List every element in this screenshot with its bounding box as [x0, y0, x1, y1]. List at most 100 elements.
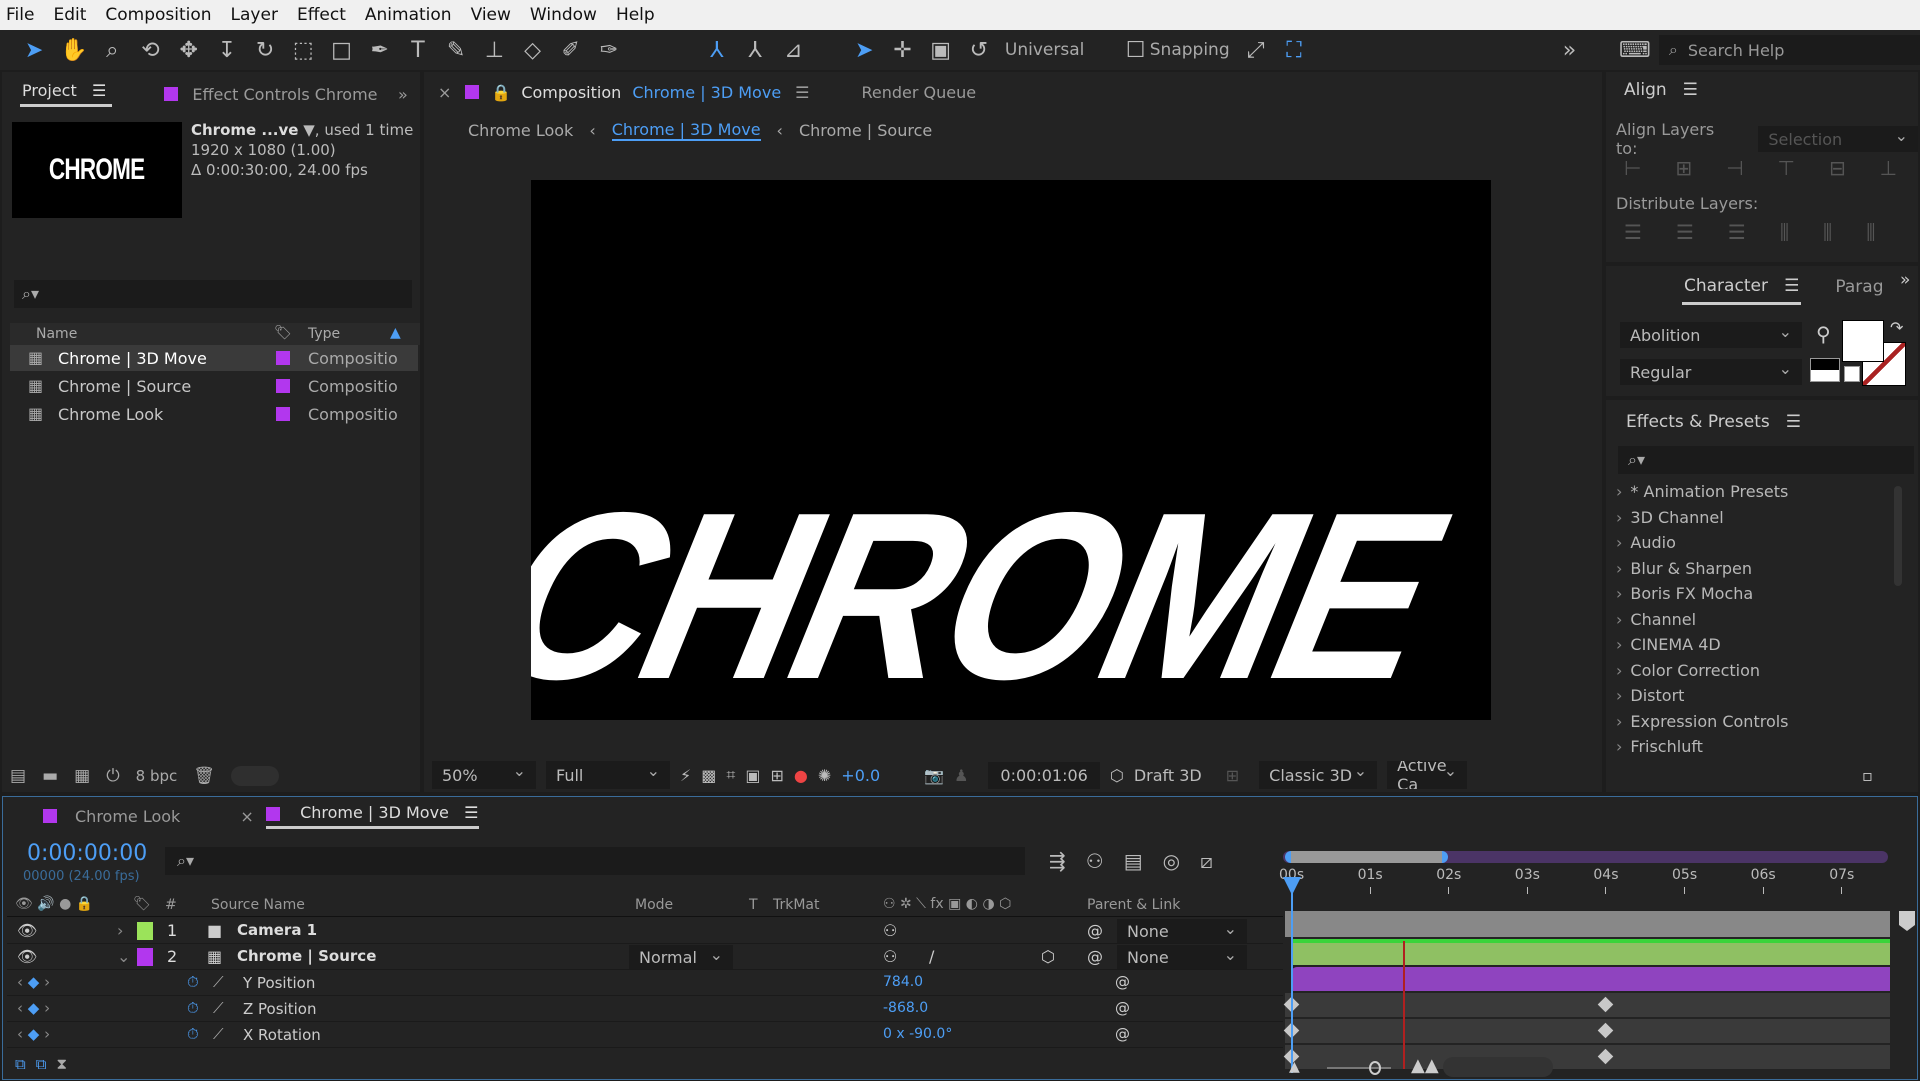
panel-overflow-icon[interactable]: »	[1900, 270, 1910, 290]
selected-item-name[interactable]: Chrome ...ve	[191, 121, 298, 139]
bit-depth[interactable]: 8 bpc	[136, 767, 178, 785]
snapping-checkbox[interactable]: ☐	[1124, 38, 1148, 63]
rotate-gizmo-icon[interactable]: ↺	[967, 38, 991, 63]
transparency-grid-icon[interactable]: ▩	[701, 766, 716, 785]
menu-window[interactable]: Window	[530, 5, 597, 25]
search-help-field[interactable]: ⌕ Search Help	[1658, 35, 1920, 65]
composition-canvas[interactable]: CHROME	[531, 180, 1491, 720]
breadcrumb-item-active[interactable]: Chrome | 3D Move	[611, 120, 761, 141]
eraser-tool-icon[interactable]: ◇	[520, 38, 544, 63]
column-type[interactable]: Type	[308, 326, 340, 342]
quality-switch-icon[interactable]: /	[929, 947, 934, 966]
zoom-out-icon[interactable]: ▲	[1289, 1059, 1300, 1075]
snapshot-icon[interactable]: 📷	[924, 766, 944, 785]
project-item[interactable]: ▦ Chrome Look Compositio	[10, 401, 418, 427]
graph-editor-icon[interactable]: ⧄	[1200, 849, 1213, 873]
label-color[interactable]	[276, 351, 290, 365]
comp-flowchart-icon[interactable]: ⇶	[1049, 849, 1066, 873]
new-item-icon[interactable]: ▫	[1862, 766, 1873, 785]
puppet-pin-icon[interactable]: ✑	[597, 38, 621, 63]
label-column-icon[interactable]: 🏷	[274, 325, 292, 341]
project-tab[interactable]: Project ☰	[20, 81, 113, 107]
distribute-left-icon[interactable]: ⫼	[1780, 220, 1789, 244]
effects-category[interactable]: › Channel	[1616, 610, 1696, 629]
shy-layers-icon[interactable]: ⚇	[1086, 849, 1104, 873]
font-family-dropdown[interactable]: Abolition	[1620, 322, 1802, 348]
column-name[interactable]: Name	[36, 326, 77, 342]
swap-colors-icon[interactable]: ↷	[1890, 318, 1903, 337]
distribute-vcenter-icon[interactable]: ☰	[1676, 220, 1694, 244]
frame-blending-icon[interactable]: ▤	[1124, 849, 1143, 873]
snap-feature-icon[interactable]: ⛶	[1282, 38, 1306, 63]
menu-animation[interactable]: Animation	[365, 5, 452, 25]
snap-options-icon[interactable]: ⤢	[1244, 38, 1268, 63]
layer-name[interactable]: Camera 1	[237, 921, 317, 939]
draft-3d-icon[interactable]: ⬡	[1110, 766, 1124, 785]
default-colors-icon[interactable]	[1810, 358, 1840, 382]
parent-dropdown[interactable]: None	[1117, 945, 1247, 969]
show-snapshot-icon[interactable]: ♟	[954, 766, 968, 785]
timeline-scrollbar[interactable]	[1443, 1057, 1553, 1077]
menu-view[interactable]: View	[471, 5, 511, 25]
extended-viewer-icon[interactable]: ⊞	[1226, 766, 1239, 785]
property-value[interactable]: -868.0	[883, 1000, 928, 1016]
character-tab[interactable]: Character ☰	[1682, 276, 1802, 305]
render-settings-icon[interactable]: ⏻	[106, 766, 119, 786]
snapping-label[interactable]: Snapping	[1150, 40, 1230, 60]
hand-tool-icon[interactable]: ✋	[60, 38, 87, 63]
world-axis-icon[interactable]: ⅄	[743, 38, 767, 63]
effect-controls-tab[interactable]: Effect Controls Chrome	[192, 85, 377, 104]
shy-switch-icon[interactable]: ⚇	[883, 947, 897, 966]
blend-mode-dropdown[interactable]: Normal	[629, 945, 733, 969]
pen-tool-icon[interactable]: ✒	[368, 38, 392, 63]
layer-search[interactable]: ⌕▾	[165, 847, 1025, 875]
expression-pick-whip-icon[interactable]: @	[1115, 1025, 1130, 1043]
breadcrumb-item[interactable]: Chrome | Source	[799, 121, 932, 140]
graph-icon[interactable]: ⟋	[213, 999, 224, 1017]
menu-composition[interactable]: Composition	[105, 5, 211, 25]
pick-whip-icon[interactable]: @	[1087, 921, 1103, 940]
timeline-tab-3d-move[interactable]: Chrome | 3D Move ☰	[265, 803, 479, 829]
delete-icon[interactable]: 🗑	[193, 766, 215, 786]
resolution-dropdown[interactable]: Full	[546, 761, 670, 789]
playhead-handle-icon[interactable]	[1283, 877, 1301, 895]
panel-menu-icon[interactable]: ☰	[1786, 412, 1801, 432]
project-search[interactable]: ⌕▾	[14, 280, 412, 308]
distribute-bottom-icon[interactable]: ☰	[1728, 220, 1746, 244]
no-stroke-icon[interactable]	[1844, 366, 1860, 382]
effects-category[interactable]: › 3D Channel	[1616, 508, 1724, 527]
3d-view-dropdown[interactable]: Active Ca	[1387, 761, 1468, 789]
layer-switches-toggle-icon[interactable]: ⧉	[15, 1055, 26, 1073]
timeline-tab-chrome-look[interactable]: Chrome Look	[75, 807, 180, 826]
selection-tool-icon[interactable]: ➤	[22, 38, 46, 63]
expand-chevron-icon[interactable]: ›	[117, 921, 123, 940]
align-left-icon[interactable]: ⊢	[1624, 156, 1641, 180]
dolly-camera-icon[interactable]: ↧	[215, 38, 239, 63]
scale-gizmo-icon[interactable]: ▣	[929, 38, 953, 63]
expression-pick-whip-icon[interactable]: @	[1115, 973, 1130, 991]
layer-label-color[interactable]	[137, 948, 153, 966]
effects-scrollbar[interactable]	[1894, 486, 1902, 586]
pan-camera-icon[interactable]: ✥	[177, 38, 201, 63]
layer-bar-camera[interactable]	[1291, 939, 1890, 965]
time-graph[interactable]: 00s 01s 02s 03s 04s 05s 06s 07s ▲ ▲▲	[1279, 837, 1919, 1081]
menu-edit[interactable]: Edit	[53, 5, 86, 25]
region-of-interest-icon[interactable]: ▣	[745, 766, 760, 785]
render-queue-tab[interactable]: Render Queue	[862, 83, 977, 102]
playhead-line[interactable]	[1291, 881, 1293, 1073]
menu-layer[interactable]: Layer	[231, 5, 278, 25]
layer-label-color[interactable]	[137, 922, 153, 940]
new-folder-icon[interactable]: ▬	[42, 766, 58, 786]
universal-label[interactable]: Universal	[1005, 40, 1084, 60]
mask-visibility-icon[interactable]: ⌗	[726, 765, 735, 785]
current-time-display[interactable]: 0:00:01:06	[988, 761, 1100, 789]
align-top-icon[interactable]: ⊤	[1778, 156, 1795, 180]
layer-row[interactable]: 👁 › 1 ■ Camera 1 ⚇ @ None	[7, 919, 1283, 944]
comp-marker-icon[interactable]	[1899, 911, 1915, 931]
effects-category[interactable]: › * Animation Presets	[1616, 482, 1788, 501]
orbit-camera-icon[interactable]: ⟲	[138, 38, 162, 63]
work-area-range[interactable]	[1285, 851, 1449, 863]
panel-menu-icon[interactable]: ☰	[795, 83, 809, 102]
eyedropper-icon[interactable]: ⚲	[1816, 322, 1831, 346]
expression-pick-whip-icon[interactable]: @	[1115, 999, 1130, 1017]
